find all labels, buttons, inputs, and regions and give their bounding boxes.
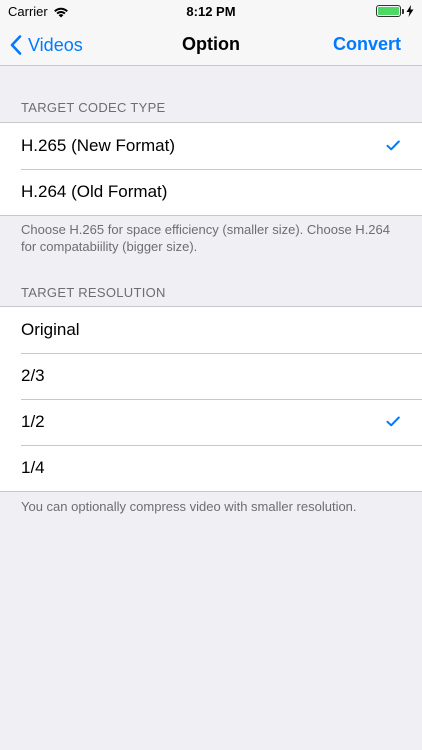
- resolution-options-group: Original 2/3 1/2 1/4: [0, 306, 422, 492]
- resolution-option-label: 1/4: [21, 458, 45, 477]
- resolution-option-label: 2/3: [21, 366, 45, 385]
- codec-options-group: H.265 (New Format) H.264 (Old Format): [0, 122, 422, 216]
- checkmark-icon: [386, 140, 400, 151]
- charging-bolt-icon: [406, 5, 414, 17]
- option-screen: Carrier 8:12 PM Videos Option Convert TA…: [0, 0, 422, 750]
- codec-option-h264[interactable]: H.264 (Old Format): [0, 169, 422, 215]
- resolution-section-header: TARGET RESOLUTION: [21, 285, 166, 300]
- codec-section-footer: Choose H.265 for space efficiency (small…: [21, 222, 390, 254]
- resolution-option-quarter[interactable]: 1/4: [0, 445, 422, 491]
- resolution-option-label: 1/2: [21, 412, 45, 431]
- status-bar: Carrier 8:12 PM: [0, 0, 422, 24]
- navigation-bar: Videos Option Convert: [0, 24, 422, 66]
- codec-option-h265[interactable]: H.265 (New Format): [0, 123, 422, 169]
- status-time: 8:12 PM: [186, 4, 236, 19]
- checkmark-icon: [386, 416, 400, 427]
- resolution-option-original[interactable]: Original: [0, 307, 422, 353]
- resolution-option-label: Original: [21, 320, 80, 339]
- battery-icon: [376, 5, 404, 17]
- resolution-option-half[interactable]: 1/2: [0, 399, 422, 445]
- codec-section-header: TARGET CODEC TYPE: [21, 100, 166, 115]
- convert-button[interactable]: Convert: [333, 34, 401, 55]
- resolution-section-footer: You can optionally compress video with s…: [21, 499, 357, 514]
- status-right: [376, 5, 414, 17]
- codec-option-label: H.265 (New Format): [21, 136, 175, 155]
- codec-option-label: H.264 (Old Format): [21, 182, 168, 201]
- resolution-option-two-thirds[interactable]: 2/3: [0, 353, 422, 399]
